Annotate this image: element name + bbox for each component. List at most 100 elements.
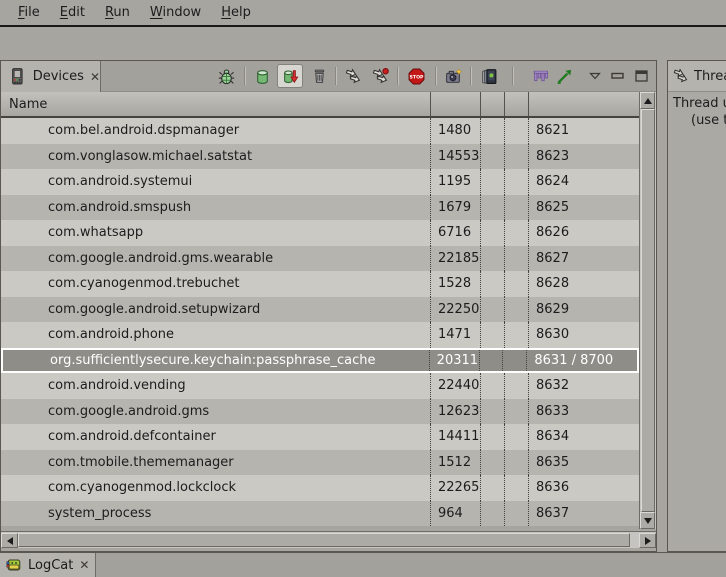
cell-name: system_process: [1, 501, 431, 527]
debug-attach-icon[interactable]: [215, 65, 237, 87]
cell-empty: [505, 144, 529, 170]
cell-pid: 1480: [431, 118, 481, 144]
cell-port: 8623: [529, 144, 639, 170]
menu-window[interactable]: Window: [140, 5, 211, 20]
close-icon[interactable]: ✕: [90, 71, 100, 83]
cell-pid: 964: [431, 501, 481, 527]
table-row[interactable]: com.bel.android.dspmanager14808621: [1, 118, 639, 144]
column-header-3[interactable]: [481, 92, 505, 116]
update-threads-icon[interactable]: [342, 65, 364, 87]
toolbar-separator: [397, 67, 398, 85]
table-row[interactable]: com.google.android.setupwizard222508629: [1, 297, 639, 323]
cell-port: 8634: [529, 424, 639, 450]
cell-empty: [505, 246, 529, 272]
update-heap-icon[interactable]: [251, 65, 273, 87]
hierarchy-columns-icon[interactable]: [529, 65, 551, 87]
cell-empty: [481, 424, 505, 450]
horizontal-scrollbar[interactable]: [1, 531, 656, 548]
toolbar-separator: [244, 67, 245, 85]
devices-tabbar: Devices ✕: [1, 61, 656, 92]
toolbar-separator: [435, 67, 436, 85]
ddms-window: File Edit Run Window Help Devices ✕: [0, 0, 726, 577]
cell-pid: 22250: [431, 297, 481, 323]
devices-view: Devices ✕: [0, 60, 657, 552]
table-row[interactable]: com.android.phone14718630: [1, 322, 639, 348]
arrow-left-icon: [7, 537, 13, 545]
cell-port: 8631 / 8700: [527, 350, 637, 372]
table-row[interactable]: com.whatsapp67168626: [1, 220, 639, 246]
cell-name: com.android.smspush: [1, 195, 431, 221]
dump-hprof-icon[interactable]: [277, 64, 303, 88]
cell-name: com.vonglasow.michael.satstat: [1, 144, 431, 170]
cell-name: com.android.defcontainer: [1, 424, 431, 450]
threads-tabbar[interactable]: Threads: [668, 61, 726, 92]
column-header-5[interactable]: [529, 92, 639, 116]
cell-empty: [481, 271, 505, 297]
vertical-scrollbar[interactable]: [639, 92, 656, 529]
cell-port: 8625: [529, 195, 639, 221]
scroll-down-button[interactable]: [640, 512, 655, 529]
table-row[interactable]: com.android.defcontainer144118634: [1, 424, 639, 450]
cell-empty: [505, 399, 529, 425]
scroll-right-button[interactable]: [639, 533, 656, 548]
column-header-name[interactable]: Name: [1, 92, 431, 116]
table-row[interactable]: org.sufficientlysecure.keychain:passphra…: [1, 348, 639, 374]
tab-logcat[interactable]: LogCat ✕: [0, 553, 96, 577]
menu-run[interactable]: Run: [95, 5, 140, 20]
cell-empty: [505, 297, 529, 323]
vertical-scrollbar-thumb[interactable]: [641, 109, 655, 512]
tab-devices[interactable]: Devices ✕: [1, 61, 101, 92]
cell-empty: [481, 501, 505, 527]
table-row[interactable]: com.google.android.gms.wearable221858627: [1, 246, 639, 272]
column-header-2[interactable]: [431, 92, 481, 116]
cell-port: 8627: [529, 246, 639, 272]
cell-pid: 20311: [430, 350, 480, 372]
view-menu-icon[interactable]: [587, 69, 603, 83]
logcat-icon: [6, 557, 22, 573]
cell-port: 8624: [529, 169, 639, 195]
cell-name: com.android.phone: [1, 322, 431, 348]
table-row[interactable]: com.android.systemui11958624: [1, 169, 639, 195]
cause-gc-icon[interactable]: [308, 65, 330, 87]
cell-port: 8635: [529, 450, 639, 476]
cell-empty: [480, 350, 504, 372]
menu-help[interactable]: Help: [211, 5, 261, 20]
cell-empty: [505, 424, 529, 450]
threads-message: Thread updates not enabled for selected …: [668, 92, 726, 129]
start-method-profiling-icon[interactable]: [369, 65, 391, 87]
scroll-left-button[interactable]: [1, 533, 18, 548]
stop-process-icon[interactable]: STOP: [405, 65, 427, 87]
device-screen-icon[interactable]: [478, 65, 500, 87]
close-icon[interactable]: ✕: [79, 559, 89, 571]
toolbar-separator: [470, 67, 471, 85]
table-row[interactable]: com.android.vending224408632: [1, 373, 639, 399]
systrace-icon[interactable]: [553, 65, 575, 87]
minimize-icon[interactable]: [610, 69, 626, 83]
threads-message-line2: (use toolbar button to enable): [673, 112, 726, 129]
cell-empty: [481, 322, 505, 348]
cell-empty: [481, 220, 505, 246]
cell-name: com.bel.android.dspmanager: [1, 118, 431, 144]
table-row[interactable]: system_process9648637: [1, 501, 639, 527]
horizontal-scrollbar-thumb[interactable]: [18, 533, 630, 547]
table-row[interactable]: com.google.android.gms126238633: [1, 399, 639, 425]
table-row[interactable]: com.cyanogenmod.trebuchet15288628: [1, 271, 639, 297]
menu-edit[interactable]: Edit: [50, 5, 95, 20]
scroll-up-button[interactable]: [640, 92, 655, 109]
cell-pid: 22265: [431, 475, 481, 501]
maximize-icon[interactable]: [634, 69, 650, 83]
cell-pid: 1471: [431, 322, 481, 348]
table-row[interactable]: com.vonglasow.michael.satstat145538623: [1, 144, 639, 170]
threads-icon: [673, 68, 689, 84]
table-row[interactable]: com.android.smspush16798625: [1, 195, 639, 221]
logcat-bar: LogCat ✕: [0, 552, 726, 577]
menu-file[interactable]: File: [8, 5, 50, 20]
screen-capture-icon[interactable]: [442, 65, 464, 87]
cell-port: 8628: [529, 271, 639, 297]
table-row[interactable]: com.tmobile.thememanager15128635: [1, 450, 639, 476]
cell-port: 8626: [529, 220, 639, 246]
cell-empty: [505, 322, 529, 348]
column-header-4[interactable]: [505, 92, 529, 116]
cell-empty: [505, 271, 529, 297]
table-row[interactable]: com.cyanogenmod.lockclock222658636: [1, 475, 639, 501]
